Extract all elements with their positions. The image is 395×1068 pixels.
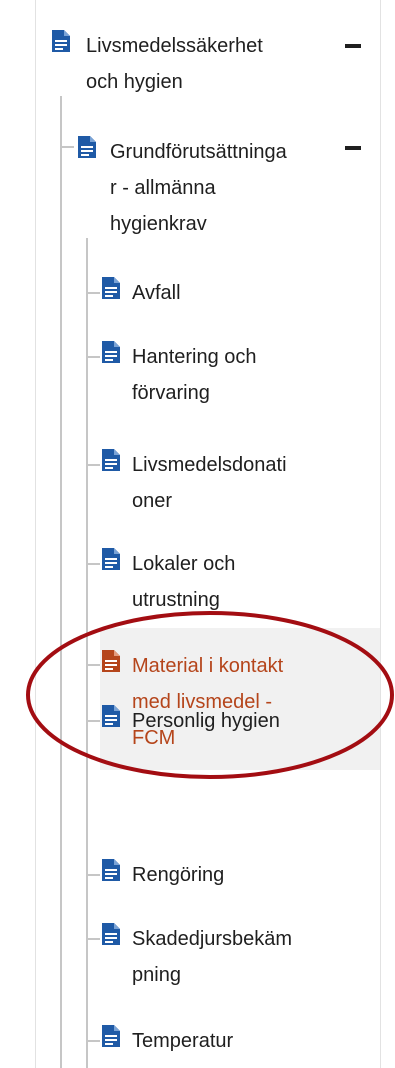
panel-right-border (380, 0, 381, 1068)
tree-connector-level-1 (60, 96, 62, 1068)
collapse-minus-icon[interactable] (345, 146, 361, 150)
document-icon (52, 30, 70, 52)
tree-item-label: Livsmedelssäkerhet och hygien (86, 35, 263, 93)
document-icon (102, 449, 120, 471)
tree-item-label: Lokaler och utrustning (132, 553, 236, 611)
tree-item-label: Hantering och förvaring (132, 346, 257, 404)
tree-branch (86, 664, 100, 666)
tree-item-label: Rengöring (132, 864, 225, 886)
tree-item-label: Livsmedelsdonati oner (132, 454, 287, 512)
tree-branch (86, 356, 100, 358)
tree-item-rengoring[interactable]: Rengöring (102, 857, 362, 893)
tree-branch (86, 874, 100, 876)
tree-item-grundforutsattningar[interactable]: Grundförutsättninga r - allmänna hygienk… (78, 134, 340, 242)
tree-item-livsmedelsdonationer[interactable]: Livsmedelsdonati oner (102, 447, 362, 519)
document-icon (102, 341, 120, 363)
document-icon (102, 923, 120, 945)
tree-branch (86, 938, 100, 940)
tree-item-label: Grundförutsättninga r - allmänna hygienk… (110, 141, 287, 235)
tree-item-lokaler[interactable]: Lokaler och utrustning (102, 546, 362, 618)
tree-branch (86, 720, 100, 722)
document-icon (102, 1025, 120, 1047)
tree-item-label: Personlig hygien (132, 710, 280, 732)
tree-item-temperatur[interactable]: Temperatur (102, 1023, 362, 1059)
tree-connector-level-2 (86, 238, 88, 1068)
document-icon (102, 705, 120, 727)
document-icon (102, 277, 120, 299)
collapse-minus-icon[interactable] (345, 44, 361, 48)
tree-branch (86, 292, 100, 294)
tree-item-label: Material i kontakt med livsmedel - FCM (132, 655, 284, 749)
document-icon (102, 548, 120, 570)
tree-item-label: Temperatur (132, 1030, 234, 1052)
tree-item-avfall[interactable]: Avfall (102, 275, 362, 311)
tree-item-label: Avfall (132, 282, 181, 304)
tree-branch (60, 146, 74, 148)
tree-item-livsmedelssakerhet[interactable]: Livsmedelssäkerhet och hygien (52, 28, 342, 100)
tree-branch (86, 1040, 100, 1042)
tree-branch (86, 464, 100, 466)
document-icon (102, 859, 120, 881)
tree-item-personlig-hygien[interactable]: Personlig hygien (102, 703, 362, 739)
navigation-tree-panel: Livsmedelssäkerhet och hygien Grundförut… (0, 0, 395, 1068)
tree-item-label: Skadedjursbekäm pning (132, 928, 293, 986)
tree-item-hantering[interactable]: Hantering och förvaring (102, 339, 362, 411)
document-icon (102, 650, 120, 672)
tree-item-skadedjursbekampning[interactable]: Skadedjursbekäm pning (102, 921, 362, 993)
tree-item-material-fcm[interactable]: Material i kontakt med livsmedel - FCM (102, 648, 362, 756)
panel-left-border (35, 0, 36, 1068)
document-icon (78, 136, 96, 158)
tree-branch (86, 563, 100, 565)
